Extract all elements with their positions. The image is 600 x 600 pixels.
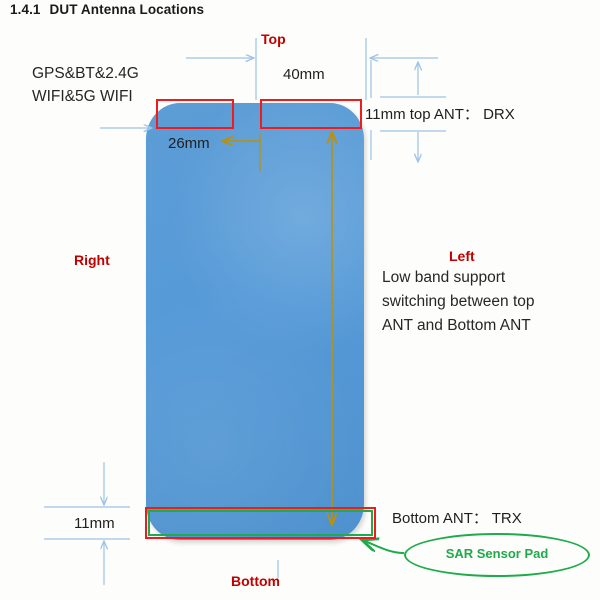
dimension-label-40mm: 40mm: [283, 66, 325, 83]
dut-phone-body: [146, 103, 364, 540]
antenna-box-top-right: [260, 99, 362, 129]
phone-highlight-overlay: [146, 103, 364, 540]
left-desc-line3: ANT and Bottom ANT: [382, 317, 531, 334]
orientation-label-right: Right: [74, 252, 110, 268]
dimension-label-11mm-bottom: 11mm: [74, 515, 115, 532]
antenna-box-top-left: [156, 99, 234, 129]
page-title-text: DUT Antenna Locations: [49, 2, 205, 17]
dimension-label-26mm: 26mm: [168, 135, 210, 152]
left-desc-line2: switching between top: [382, 293, 535, 310]
label-gps-line2: WIFI&5G WIFI: [32, 88, 133, 105]
left-antenna-description: Low band support switching between top A…: [382, 266, 535, 338]
orientation-label-top: Top: [261, 31, 286, 47]
orientation-label-left: Left: [449, 248, 475, 264]
label-top-antenna-drx: 11mm top ANT： DRX: [365, 106, 515, 123]
page-title-number: 1.4.1: [10, 2, 41, 17]
label-gps-line1: GPS&BT&2.4G: [32, 65, 139, 82]
orientation-label-bottom: Bottom: [231, 573, 280, 589]
antenna-box-bottom-green-inner: [148, 510, 373, 536]
left-desc-line1: Low band support: [382, 269, 506, 286]
antenna-box-bottom: [145, 507, 376, 539]
label-bottom-antenna-trx: Bottom ANT： TRX: [392, 510, 522, 527]
diagram-page: 1.4.1 DUT Antenna Locations GPS&BT&2.4G …: [0, 0, 600, 600]
sar-sensor-pad-label: SAR Sensor Pad: [445, 546, 549, 561]
page-title: 1.4.1 DUT Antenna Locations: [10, 2, 204, 17]
sar-leader-line: [362, 540, 405, 554]
label-top-left-antenna: GPS&BT&2.4G WIFI&5G WIFI: [32, 62, 139, 108]
